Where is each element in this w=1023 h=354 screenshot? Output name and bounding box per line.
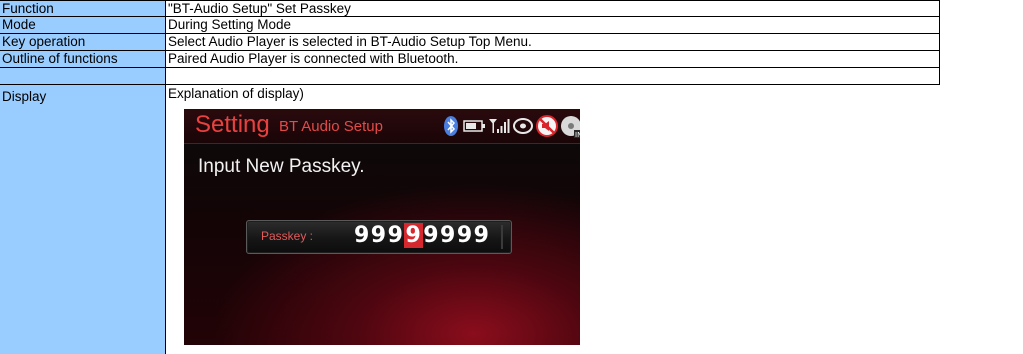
row-value: "BT-Audio Setup" Set Passkey [166, 0, 940, 17]
battery-icon [463, 120, 485, 132]
screen-subtitle: BT Audio Setup [279, 118, 383, 135]
row-value: Select Audio Player is selected in BT-Au… [166, 34, 940, 51]
screen-title: Setting [195, 111, 270, 138]
row-label-display: Display [0, 85, 166, 354]
display-cell: Explanation of display) Setting BT Audio… [166, 85, 940, 354]
row-outline: Outline of functions Paired Audio Player… [0, 51, 940, 68]
display-explanation: Explanation of display) [168, 86, 304, 101]
spec-sheet: Function "BT-Audio Setup" Set Passkey Mo… [0, 0, 1023, 354]
cd-icon [513, 118, 533, 134]
passkey-label: Passkey : [261, 229, 314, 243]
spacer-label [0, 68, 166, 85]
row-label: Mode [0, 17, 166, 34]
passkey-field[interactable]: Passkey : 99999999 [246, 220, 512, 254]
row-function: Function "BT-Audio Setup" Set Passkey [0, 0, 940, 17]
mute-icon [536, 115, 558, 137]
row-mode: Mode During Setting Mode [0, 17, 940, 34]
passkey-selected-digit[interactable]: 9 [404, 223, 424, 248]
passkey-prompt: Input New Passkey. [198, 156, 365, 177]
passkey-field-edge [501, 225, 503, 249]
svg-text:IN: IN [575, 131, 580, 139]
passkey-digits-before: 999 [354, 223, 405, 248]
screen-title-bar: Setting BT Audio Setup IN [184, 109, 580, 144]
device-screen: Setting BT Audio Setup IN Input New Pass… [184, 109, 580, 345]
spacer-row [0, 68, 940, 85]
row-label: Outline of functions [0, 51, 166, 68]
passkey-digits-after: 9999 [423, 223, 491, 248]
row-value: Paired Audio Player is connected with Bl… [166, 51, 940, 68]
spacer-value [166, 68, 940, 85]
row-value: During Setting Mode [166, 17, 940, 34]
row-key-operation: Key operation Select Audio Player is sel… [0, 34, 940, 51]
row-label: Function [0, 0, 166, 17]
passkey-digits: 99999999 [354, 223, 491, 248]
signal-icon [489, 119, 510, 133]
bluetooth-icon [444, 116, 458, 136]
row-label: Key operation [0, 34, 166, 51]
disc-in-icon: IN [561, 116, 580, 139]
